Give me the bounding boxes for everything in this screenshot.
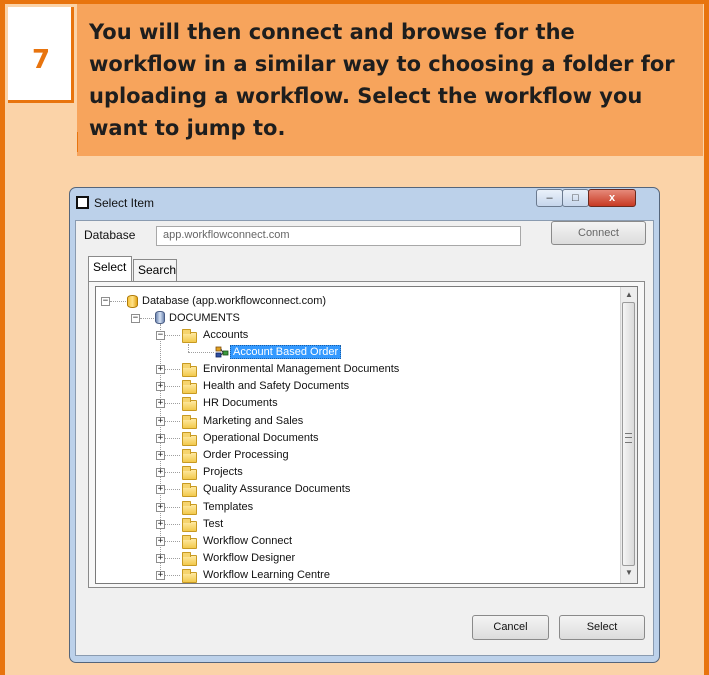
tree-item-folder[interactable]: Quality Assurance Documents (203, 481, 350, 498)
tree-view[interactable]: − Database (app.workflowconnect.com) − D… (95, 286, 638, 584)
folder-icon (182, 363, 197, 377)
documents-icon (155, 311, 165, 324)
tree-item-folder[interactable]: Workflow Designer (203, 550, 295, 567)
tree-connector (165, 438, 180, 439)
folder-icon (182, 380, 197, 394)
folder-icon (182, 449, 197, 463)
folder-icon (182, 415, 197, 429)
folder-icon (182, 483, 197, 497)
expand-toggle[interactable]: + (156, 485, 165, 494)
tree-connector (165, 489, 180, 490)
select-item-dialog: Select Item – □ x Database app.workflowc… (69, 187, 660, 663)
folder-icon (182, 329, 197, 343)
expand-toggle[interactable]: + (156, 417, 165, 426)
tree-item-folder[interactable]: Templates (203, 499, 253, 516)
window-title: Select Item (94, 196, 155, 210)
folder-icon (182, 518, 197, 532)
instruction-panel: You will then connect and browse for the… (77, 4, 703, 156)
tree-connector (165, 558, 180, 559)
grip-icon (625, 433, 632, 443)
select-button[interactable]: Select (559, 615, 645, 640)
tree-connector (165, 403, 180, 404)
tab-select[interactable]: Select (88, 256, 132, 281)
collapse-toggle[interactable]: − (131, 314, 140, 323)
tree-connector (165, 524, 180, 525)
folder-icon (182, 397, 197, 411)
tree-item-accounts[interactable]: Accounts (203, 327, 248, 344)
tree-item-selected-workflow[interactable]: Account Based Order (230, 344, 342, 361)
tree-connector (140, 318, 154, 319)
tab-search[interactable]: Search (133, 259, 177, 281)
tree-item-folder[interactable]: HR Documents (203, 395, 278, 412)
expand-toggle[interactable]: + (156, 468, 165, 477)
cancel-button[interactable]: Cancel (472, 615, 549, 640)
folder-icon (182, 569, 197, 583)
step-badge: 7 (8, 7, 74, 103)
workflow-icon (215, 346, 229, 358)
minimize-button[interactable]: – (536, 189, 563, 207)
tree-item-folder[interactable]: Marketing and Sales (203, 413, 303, 430)
expand-toggle[interactable]: + (156, 434, 165, 443)
tree-item-folder[interactable]: Environmental Management Documents (203, 361, 399, 378)
tree-connector (165, 455, 180, 456)
database-label: Database (84, 228, 136, 242)
tree-item-folder[interactable]: Order Processing (203, 447, 289, 464)
tree-connector (110, 301, 126, 302)
tree-connector (165, 335, 180, 336)
tree-connector (188, 352, 214, 353)
folder-icon (182, 552, 197, 566)
close-button[interactable]: x (588, 189, 636, 207)
folder-icon (182, 535, 197, 549)
title-bar: Select Item – □ x (70, 188, 659, 216)
collapse-toggle[interactable]: − (156, 331, 165, 340)
expand-toggle[interactable]: + (156, 382, 165, 391)
instruction-card: 7 You will then connect and browse for t… (0, 0, 709, 675)
divider (77, 132, 78, 152)
tree-connector (165, 541, 180, 542)
tree-connector (160, 324, 161, 572)
expand-toggle[interactable]: + (156, 399, 165, 408)
tree-item-folder[interactable]: Health and Safety Documents (203, 378, 349, 395)
folder-icon (182, 432, 197, 446)
expand-toggle[interactable]: + (156, 537, 165, 546)
scroll-thumb[interactable] (622, 302, 635, 566)
expand-toggle[interactable]: + (156, 365, 165, 374)
database-input[interactable]: app.workflowconnect.com (156, 226, 521, 246)
scroll-down-icon[interactable]: ▼ (624, 568, 634, 577)
dialog-client-area: Database app.workflowconnect.com Connect… (75, 220, 654, 656)
window-icon (76, 196, 89, 209)
expand-toggle[interactable]: + (156, 554, 165, 563)
expand-toggle[interactable]: + (156, 503, 165, 512)
database-icon (127, 295, 138, 308)
tree-item-folder[interactable]: Test (203, 516, 223, 533)
expand-toggle[interactable]: + (156, 520, 165, 529)
tree-item-folder[interactable]: Workflow Learning Centre (203, 567, 330, 583)
tree-item-folder[interactable]: Projects (203, 464, 243, 481)
tree-root-label[interactable]: Database (app.workflowconnect.com) (142, 293, 326, 310)
tree-connector (165, 369, 180, 370)
tab-panel: − Database (app.workflowconnect.com) − D… (88, 281, 645, 588)
tree-item-folder[interactable]: Operational Documents (203, 430, 319, 447)
tree-connector (165, 386, 180, 387)
tree-connector (188, 344, 189, 352)
tree-connector (165, 507, 180, 508)
maximize-button[interactable]: □ (562, 189, 589, 207)
expand-toggle[interactable]: + (156, 451, 165, 460)
scroll-up-icon[interactable]: ▲ (624, 290, 634, 299)
collapse-toggle[interactable]: − (101, 297, 110, 306)
instruction-text: You will then connect and browse for the… (89, 20, 675, 140)
tree-item-documents[interactable]: DOCUMENTS (169, 310, 240, 327)
expand-toggle[interactable]: + (156, 571, 165, 580)
tree-connector (165, 472, 180, 473)
connect-button[interactable]: Connect (551, 221, 646, 245)
folder-icon (182, 501, 197, 515)
selected-workflow-label[interactable]: Account Based Order (230, 345, 342, 359)
tree-scrollbar[interactable]: ▲ ▼ (620, 287, 637, 583)
tree-connector (165, 575, 180, 576)
tree-connector (165, 421, 180, 422)
step-number: 7 (31, 45, 51, 75)
tree-item-folder[interactable]: Workflow Connect (203, 533, 292, 550)
folder-icon (182, 466, 197, 480)
